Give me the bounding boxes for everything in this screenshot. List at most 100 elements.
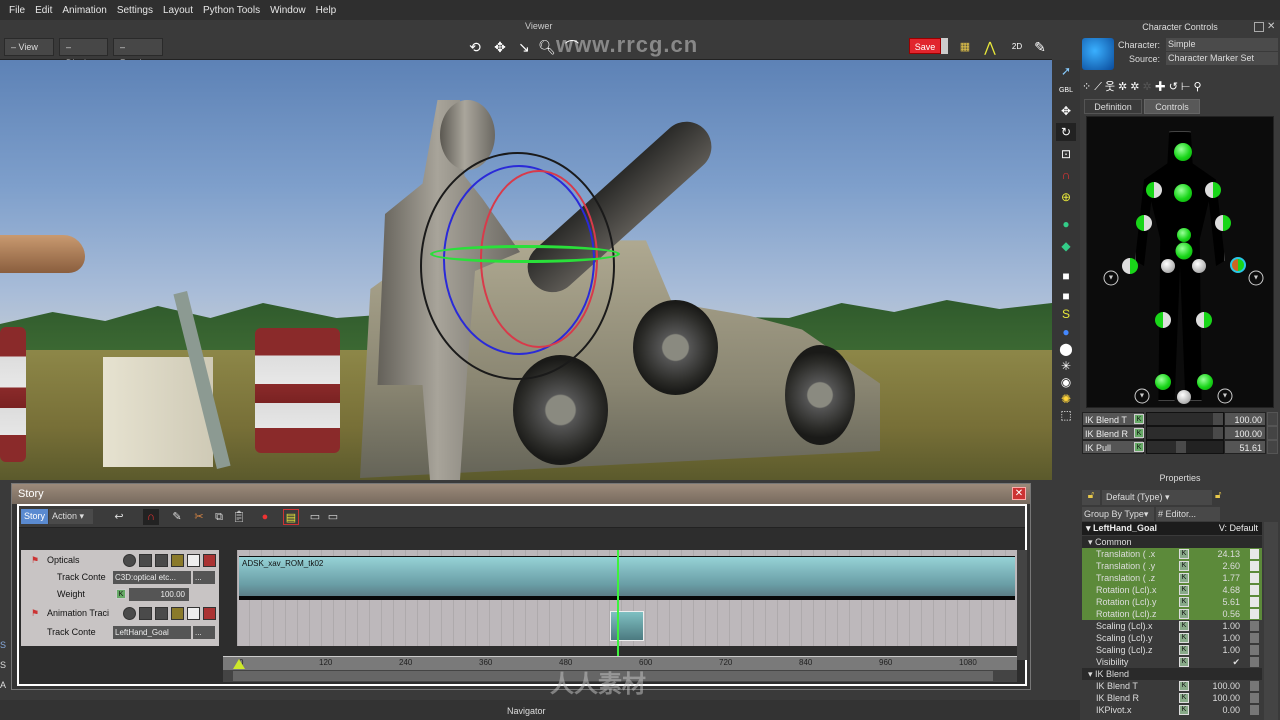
display-menu-button[interactable]: – Display — [59, 38, 108, 68]
screen-lock-icon[interactable]: ▭ — [325, 509, 341, 525]
track-opticals[interactable]: ⚑ Opticals — [21, 552, 219, 569]
stick-figure-icon[interactable]: 웃 — [1105, 81, 1118, 93]
key-icon[interactable]: K — [1134, 414, 1144, 424]
menu-python-tools[interactable]: Python Tools — [198, 5, 265, 16]
sphere-icon[interactable]: ⬤ — [1056, 340, 1076, 358]
select-arrow-icon[interactable]: ➚ — [1056, 62, 1076, 80]
layer-icon[interactable] — [139, 607, 152, 620]
story-timeline[interactable]: ADSK_xav_ROM_tk02 — [237, 550, 1017, 646]
curve-icon[interactable]: S — [1056, 305, 1076, 323]
property-value[interactable]: 1.00 — [1190, 620, 1244, 632]
property-row[interactable]: IK Blend R K 100.00 — [1082, 692, 1262, 704]
key-icon[interactable]: K — [1179, 609, 1189, 619]
menu-layout[interactable]: Layout — [158, 5, 198, 16]
key-icon[interactable]: K — [1179, 705, 1189, 715]
property-row[interactable]: Rotation (Lcl).z K 0.56 — [1082, 608, 1262, 620]
lock-icon[interactable]: 🔓︎ — [1215, 490, 1221, 501]
key-icon[interactable]: K — [1179, 645, 1189, 655]
eye-icon[interactable] — [155, 607, 168, 620]
mute-icon[interactable] — [203, 607, 216, 620]
lock-icon[interactable] — [1250, 657, 1259, 667]
property-row[interactable]: Translation ( .z K 1.77 — [1082, 572, 1262, 584]
3d-viewport[interactable] — [0, 60, 1052, 480]
loop-icon[interactable]: ↩ — [111, 509, 127, 525]
pin-link-icon[interactable]: ⊢ — [1181, 81, 1194, 93]
lock-icon[interactable] — [1250, 681, 1259, 691]
effector-floor[interactable] — [1177, 390, 1191, 404]
cut-icon[interactable]: ✂ — [191, 509, 207, 525]
lock-icon[interactable] — [1250, 693, 1259, 703]
effector-right-knee[interactable] — [1196, 312, 1212, 328]
menu-window[interactable]: Window — [265, 5, 311, 16]
property-value[interactable]: 100.00 — [1190, 692, 1244, 704]
property-value[interactable]: 1.77 — [1190, 572, 1244, 584]
start-marker-icon[interactable] — [233, 659, 245, 669]
frame-icon[interactable]: ⬚ — [1056, 406, 1076, 424]
effector-left-ankle[interactable] — [1155, 374, 1171, 390]
key-icon[interactable]: K — [1134, 442, 1144, 452]
property-value[interactable]: 1.00 — [1190, 632, 1244, 644]
property-row[interactable]: IKPivot.x K 0.00 — [1082, 704, 1262, 716]
arc-icon[interactable]: ⌒ — [562, 37, 582, 57]
view-menu-button[interactable]: – View — [4, 38, 54, 56]
lock-icon[interactable] — [1250, 609, 1259, 619]
tab-definition[interactable]: Definition — [1084, 99, 1142, 114]
lock-icon[interactable] — [1267, 426, 1278, 440]
menu-animation[interactable]: Animation — [57, 5, 111, 16]
copy-icon[interactable]: ⧉ — [211, 509, 227, 525]
property-row[interactable]: ▾ Common — [1082, 536, 1262, 548]
zoom-icon[interactable]: 🔍︎ — [537, 37, 557, 57]
property-row[interactable]: Rotation (Lcl).y K 5.61 — [1082, 596, 1262, 608]
edit-clip-icon[interactable]: ✎ — [169, 509, 185, 525]
property-row[interactable]: IK Blend T K 100.00 — [1082, 680, 1262, 692]
weight-field[interactable]: 100.00 — [129, 588, 189, 601]
pin-icon[interactable]: ● — [1056, 323, 1076, 341]
orbit-icon[interactable]: ⟲ — [465, 37, 485, 57]
effector-head[interactable] — [1174, 143, 1192, 161]
link-icon[interactable]: ⟋ — [1094, 81, 1105, 93]
properties-scrollbar[interactable] — [1264, 522, 1278, 720]
property-value[interactable]: 2.60 — [1190, 560, 1244, 572]
key-icon[interactable]: K — [1179, 597, 1189, 607]
property-row[interactable]: Translation ( .x K 24.13 — [1082, 548, 1262, 560]
story-window-title[interactable]: Story — [12, 484, 1030, 504]
effector-left-knee[interactable] — [1155, 312, 1171, 328]
left-hand-expand-icon[interactable]: ▼ — [1103, 270, 1119, 286]
ik-blend-t-slider[interactable] — [1146, 412, 1224, 426]
menu-help[interactable]: Help — [311, 5, 342, 16]
lock-icon[interactable] — [1250, 549, 1259, 559]
lock-icon[interactable] — [1250, 621, 1259, 631]
tab-action[interactable]: Action ▾ — [49, 509, 93, 524]
ik-pull-slider[interactable] — [1146, 440, 1224, 454]
effector-right-wrist-selected[interactable] — [1230, 257, 1246, 273]
character-logo-icon[interactable] — [1082, 38, 1114, 70]
pin-add-icon[interactable]: ✚ — [1155, 81, 1169, 93]
lock-icon[interactable] — [1250, 573, 1259, 583]
solo-icon[interactable] — [123, 554, 136, 567]
menu-settings[interactable]: Settings — [112, 5, 158, 16]
lock-icon[interactable] — [1250, 585, 1259, 595]
right-foot-expand-icon[interactable]: ▼ — [1217, 388, 1233, 404]
key-icon[interactable]: K — [1179, 693, 1189, 703]
property-object-header[interactable]: ▾ LeftHand_Goal V: Default — [1082, 522, 1262, 535]
lock-icon[interactable] — [1267, 412, 1278, 426]
property-value[interactable]: 0.00 — [1190, 704, 1244, 716]
playhead[interactable] — [617, 550, 619, 670]
property-value[interactable]: 4.68 — [1190, 584, 1244, 596]
pin-rotate-icon[interactable]: ↺ — [1169, 81, 1181, 93]
paste-icon[interactable]: 📋︎ — [231, 509, 247, 525]
eye-icon[interactable] — [155, 554, 168, 567]
right-hand-expand-icon[interactable]: ▼ — [1248, 270, 1264, 286]
effector-left-elbow[interactable] — [1136, 215, 1152, 231]
key-icon[interactable] — [171, 607, 184, 620]
renderer-menu-button[interactable]: – Renderer — [113, 38, 163, 68]
ik-pull-value[interactable]: 51.61 — [1224, 440, 1266, 454]
effector-spine[interactable] — [1177, 228, 1191, 242]
properties-type-dropdown[interactable]: Default (Type) ▾ — [1102, 490, 1212, 505]
record-icon[interactable]: ● — [257, 509, 273, 525]
track-content-field[interactable]: C3D:optical etc... — [113, 571, 191, 584]
menu-file[interactable]: File — [4, 5, 30, 16]
rotate-globe-icon[interactable]: ◆ — [1056, 237, 1076, 255]
effector-right-ankle[interactable] — [1197, 374, 1213, 390]
key-icon[interactable]: K — [1179, 621, 1189, 631]
